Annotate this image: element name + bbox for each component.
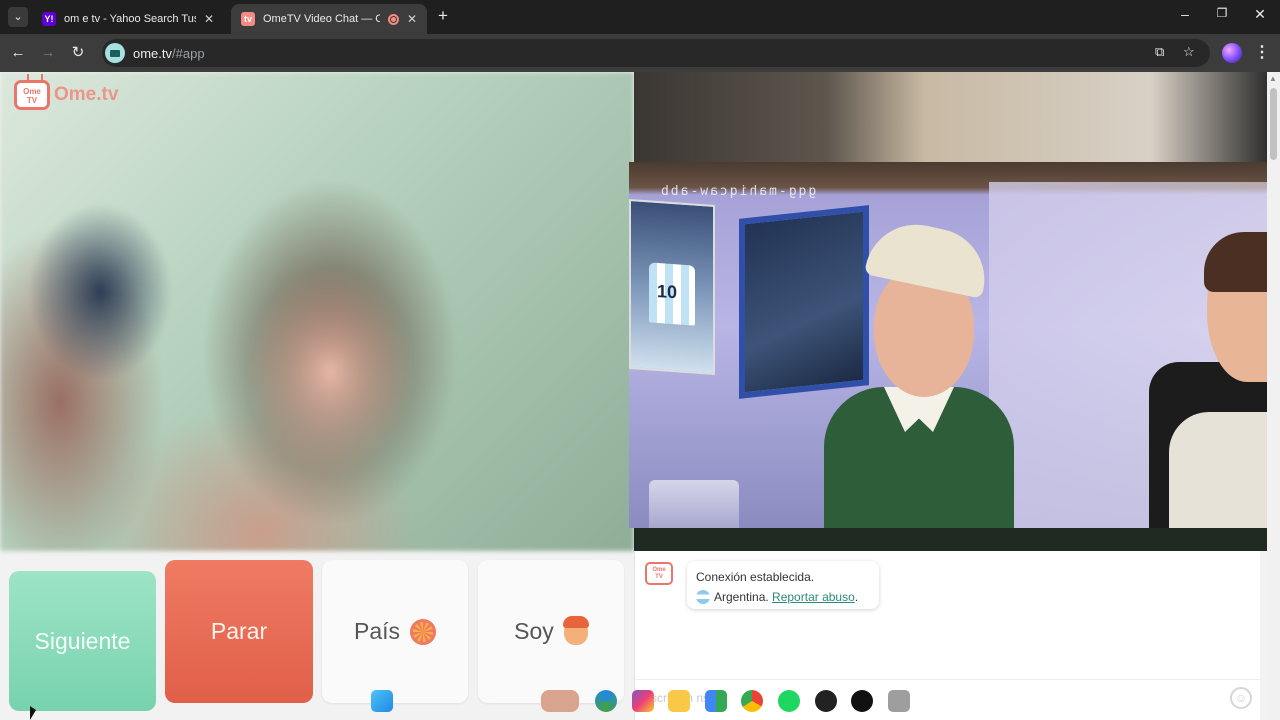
forward-arrow-icon[interactable]: → [37, 42, 59, 64]
partner-country: Argentina. [714, 590, 769, 604]
partner-person-right-shirt [1169, 412, 1280, 528]
taskbar-app-icon[interactable] [815, 690, 837, 712]
logo-badge-line1: Ome [23, 87, 41, 96]
recording-indicator-icon [387, 13, 399, 25]
drinking-glass [649, 480, 739, 528]
ometv-favicon-icon: tv [241, 12, 255, 26]
windows-start-icon[interactable] [371, 690, 393, 712]
partner-person-left [824, 215, 1014, 528]
stop-button-label: Parar [210, 618, 268, 644]
tv-logo-icon: Ome TV [645, 562, 673, 585]
edge-browser-icon[interactable] [595, 690, 617, 712]
next-button[interactable]: Siguiente [9, 571, 156, 711]
logo-text: Ome.tv [54, 84, 119, 105]
report-suffix: . [854, 590, 859, 604]
tab-search-chevron-icon[interactable]: ⌄ [8, 7, 28, 27]
mirrored-watermark: gqg-mahiqcaw-abb [659, 184, 817, 199]
window-close-icon[interactable]: ✕ [1251, 6, 1269, 23]
gender-select-button[interactable]: Soy [478, 560, 624, 703]
next-button-label: Siguiente [34, 627, 131, 654]
ometv-app: Ome TV Ome.tv 10 gqg-mahiqcaw-abb Siguie… [0, 72, 1280, 720]
cap [864, 215, 994, 299]
country-button-label: País [353, 618, 401, 644]
url-host: ome.tv [133, 45, 173, 61]
close-tab-icon[interactable]: ✕ [407, 12, 417, 26]
chat-input-row: scrib un nsa ☺ [635, 679, 1261, 720]
stop-button[interactable]: Parar [165, 560, 313, 703]
spotify-icon[interactable] [778, 690, 800, 712]
new-tab-plus-icon[interactable]: + [434, 6, 452, 26]
logo-badge-line2: TV [26, 96, 38, 105]
page-scrollbar[interactable]: ▲ [1267, 72, 1280, 720]
partner-country-line: Argentina. Reportar abuso. [696, 587, 879, 607]
site-info-camera-icon[interactable] [105, 43, 125, 63]
reload-icon[interactable]: ↻ [67, 42, 89, 64]
mouse-cursor-icon [30, 706, 36, 720]
report-abuse-link[interactable]: Reportar abuso [772, 590, 855, 604]
url-path: /#app [172, 45, 205, 61]
browser-menu-icon[interactable]: ⋮ [1254, 42, 1270, 62]
chrome-icon[interactable] [741, 690, 763, 712]
browser-tabstrip: ⌄ Y! om e tv - Yahoo Search Tus res ✕ tv… [0, 0, 1280, 34]
obs-icon[interactable] [851, 690, 873, 712]
tab-yahoo-search[interactable]: Y! om e tv - Yahoo Search Tus res ✕ [32, 4, 224, 34]
emoji-smiley-icon[interactable]: ☺ [1230, 687, 1252, 709]
taskbar-app-icon[interactable] [888, 690, 910, 712]
country-filter-button[interactable]: País [322, 560, 468, 703]
taskbar-app-icon[interactable] [541, 690, 579, 712]
minimize-icon[interactable]: – [1176, 6, 1194, 22]
maximize-icon[interactable]: ❐ [1213, 6, 1231, 20]
chat-badge-line2: TV [655, 574, 663, 580]
boy-face-icon [562, 615, 589, 645]
poster-jersey-number: 10 [657, 280, 678, 303]
tab-title: OmeTV Video Chat — Ome [263, 13, 380, 25]
system-message: Conexión establecida. Argentina. Reporta… [687, 561, 879, 609]
tv-logo-icon: Ome TV [14, 80, 50, 110]
globe-icon [410, 618, 437, 645]
partner-video-background-top [634, 72, 1280, 162]
scroll-thumb[interactable] [1270, 88, 1277, 160]
store-icon[interactable] [705, 690, 727, 712]
tab-ometv[interactable]: tv OmeTV Video Chat — Ome ✕ [231, 4, 427, 34]
install-app-icon[interactable]: ⧉ [1155, 44, 1164, 60]
partner-camera-video: 10 gqg-mahiqcaw-abb [629, 162, 1280, 528]
chat-panel: Ome TV Conexión establecida. Argentina. … [634, 551, 1261, 720]
close-tab-icon[interactable]: ✕ [204, 12, 214, 26]
address-bar[interactable]: ome.tv/#app ⧉ ☆ [102, 39, 1210, 67]
tab-title: om e tv - Yahoo Search Tus res [64, 13, 196, 25]
own-camera-video [0, 72, 634, 551]
argentina-flag-icon [696, 590, 710, 604]
ometv-logo[interactable]: Ome TV Ome.tv [14, 80, 118, 110]
bookmark-star-icon[interactable]: ☆ [1183, 44, 1195, 60]
back-arrow-icon[interactable]: ← [7, 42, 29, 64]
football-poster: 10 [629, 198, 715, 376]
browser-toolbar: ← → ↻ ome.tv/#app ⧉ ☆ ⋮ [0, 34, 1280, 72]
profile-avatar[interactable] [1222, 43, 1242, 63]
yahoo-favicon-icon: Y! [42, 12, 56, 26]
chat-badge-line1: Ome [652, 567, 666, 573]
partner-video-background-bottom [634, 528, 1280, 551]
scroll-up-arrow-icon[interactable]: ▲ [1269, 74, 1277, 83]
copilot-icon[interactable] [632, 690, 654, 712]
file-explorer-icon[interactable] [668, 690, 690, 712]
gender-button-label: Soy [514, 618, 554, 644]
connection-status: Conexión establecida. [696, 570, 815, 584]
